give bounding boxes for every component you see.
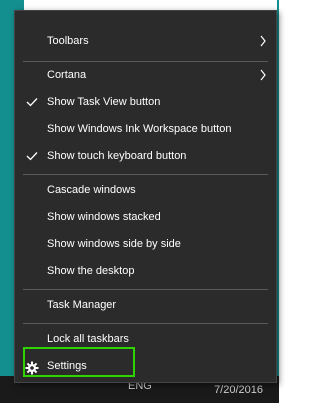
chevron-right-icon [258, 28, 268, 54]
menu-item-show-the-desktop[interactable]: Show the desktop [15, 258, 276, 284]
menu-item-settings[interactable]: Settings [15, 353, 276, 379]
chevron-right-icon [258, 62, 268, 88]
menu-item-task-manager-label: Task Manager [47, 299, 117, 311]
menu-item-toolbars[interactable]: Toolbars [15, 28, 276, 54]
menu-item-cortana[interactable]: Cortana [15, 62, 276, 88]
checkmark-icon [25, 89, 39, 115]
menu-separator [23, 323, 268, 324]
menu-item-show-windows-stacked-label: Show windows stacked [47, 211, 161, 223]
menu-item-show-windows-side-by-side[interactable]: Show windows side by side [15, 231, 276, 257]
menu-item-toolbars-label: Toolbars [47, 35, 89, 47]
menu-item-show-windows-ink-workspace-button[interactable]: Show Windows Ink Workspace button [15, 116, 276, 142]
menu-item-show-windows-ink-workspace-button-label: Show Windows Ink Workspace button [47, 123, 232, 135]
menu-item-show-task-view-button[interactable]: Show Task View button [15, 89, 276, 115]
menu-item-cascade-windows[interactable]: Cascade windows [15, 177, 276, 203]
menu-item-cortana-label: Cortana [47, 69, 87, 81]
menu-item-settings-label: Settings [47, 360, 87, 372]
menu-item-show-the-desktop-label: Show the desktop [47, 265, 135, 277]
menu-separator [23, 289, 268, 290]
menu-item-lock-all-taskbars[interactable]: Lock all taskbars [15, 326, 276, 352]
gear-icon [25, 359, 39, 375]
checkmark-icon [25, 143, 39, 169]
menu-item-cascade-windows-label: Cascade windows [47, 184, 136, 196]
menu-item-show-touch-keyboard-button[interactable]: Show touch keyboard button [15, 143, 276, 169]
menu-item-show-task-view-button-label: Show Task View button [47, 96, 161, 108]
menu-item-show-windows-side-by-side-label: Show windows side by side [47, 238, 181, 250]
menu-item-show-touch-keyboard-button-label: Show touch keyboard button [47, 150, 187, 162]
tray-date[interactable]: 7/20/2016 [214, 384, 263, 396]
menu-item-lock-all-taskbars-label: Lock all taskbars [47, 333, 129, 345]
menu-item-task-manager[interactable]: Task Manager [15, 292, 276, 318]
menu-separator [23, 174, 268, 175]
desktop-wallpaper-edge [277, 0, 279, 403]
taskbar-context-menu: Toolbars Cortana Show Task View button S… [14, 10, 277, 383]
menu-item-show-windows-stacked[interactable]: Show windows stacked [15, 204, 276, 230]
